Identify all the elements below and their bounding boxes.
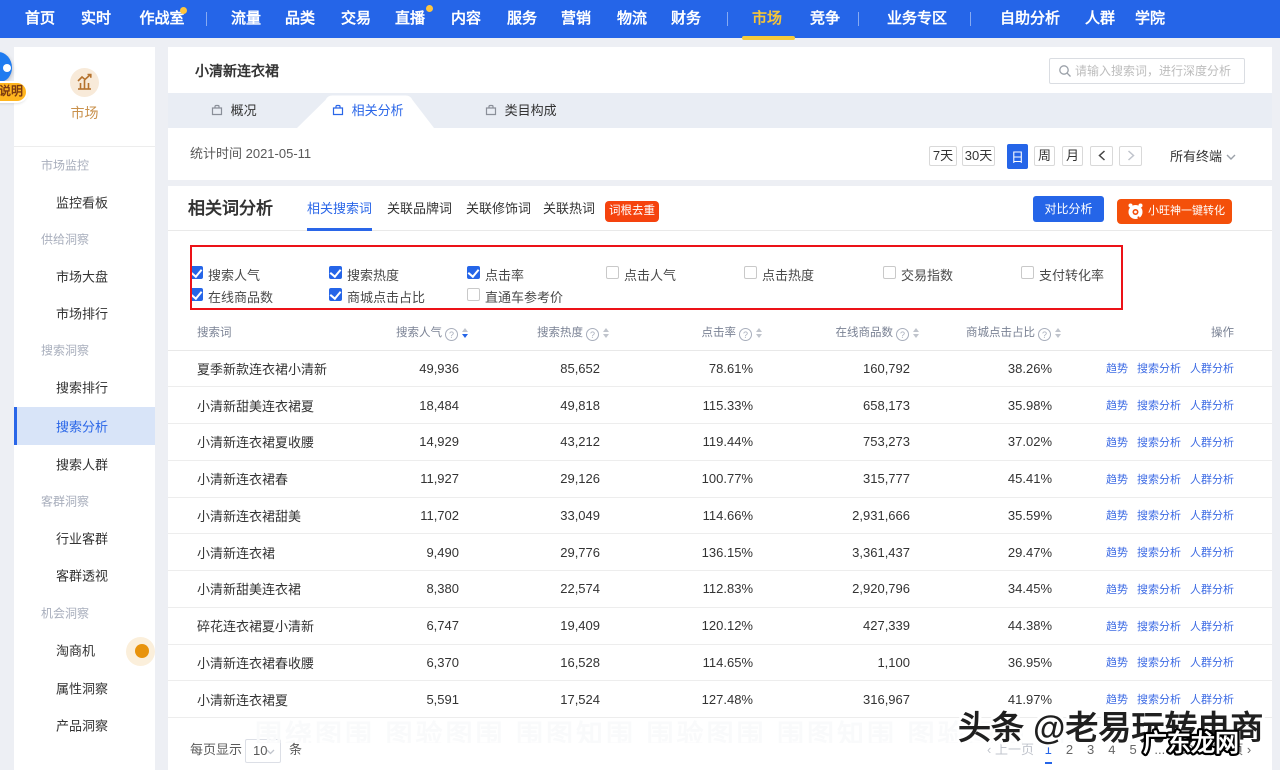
- svg-text:广东龙网: 广东龙网: [1143, 729, 1239, 757]
